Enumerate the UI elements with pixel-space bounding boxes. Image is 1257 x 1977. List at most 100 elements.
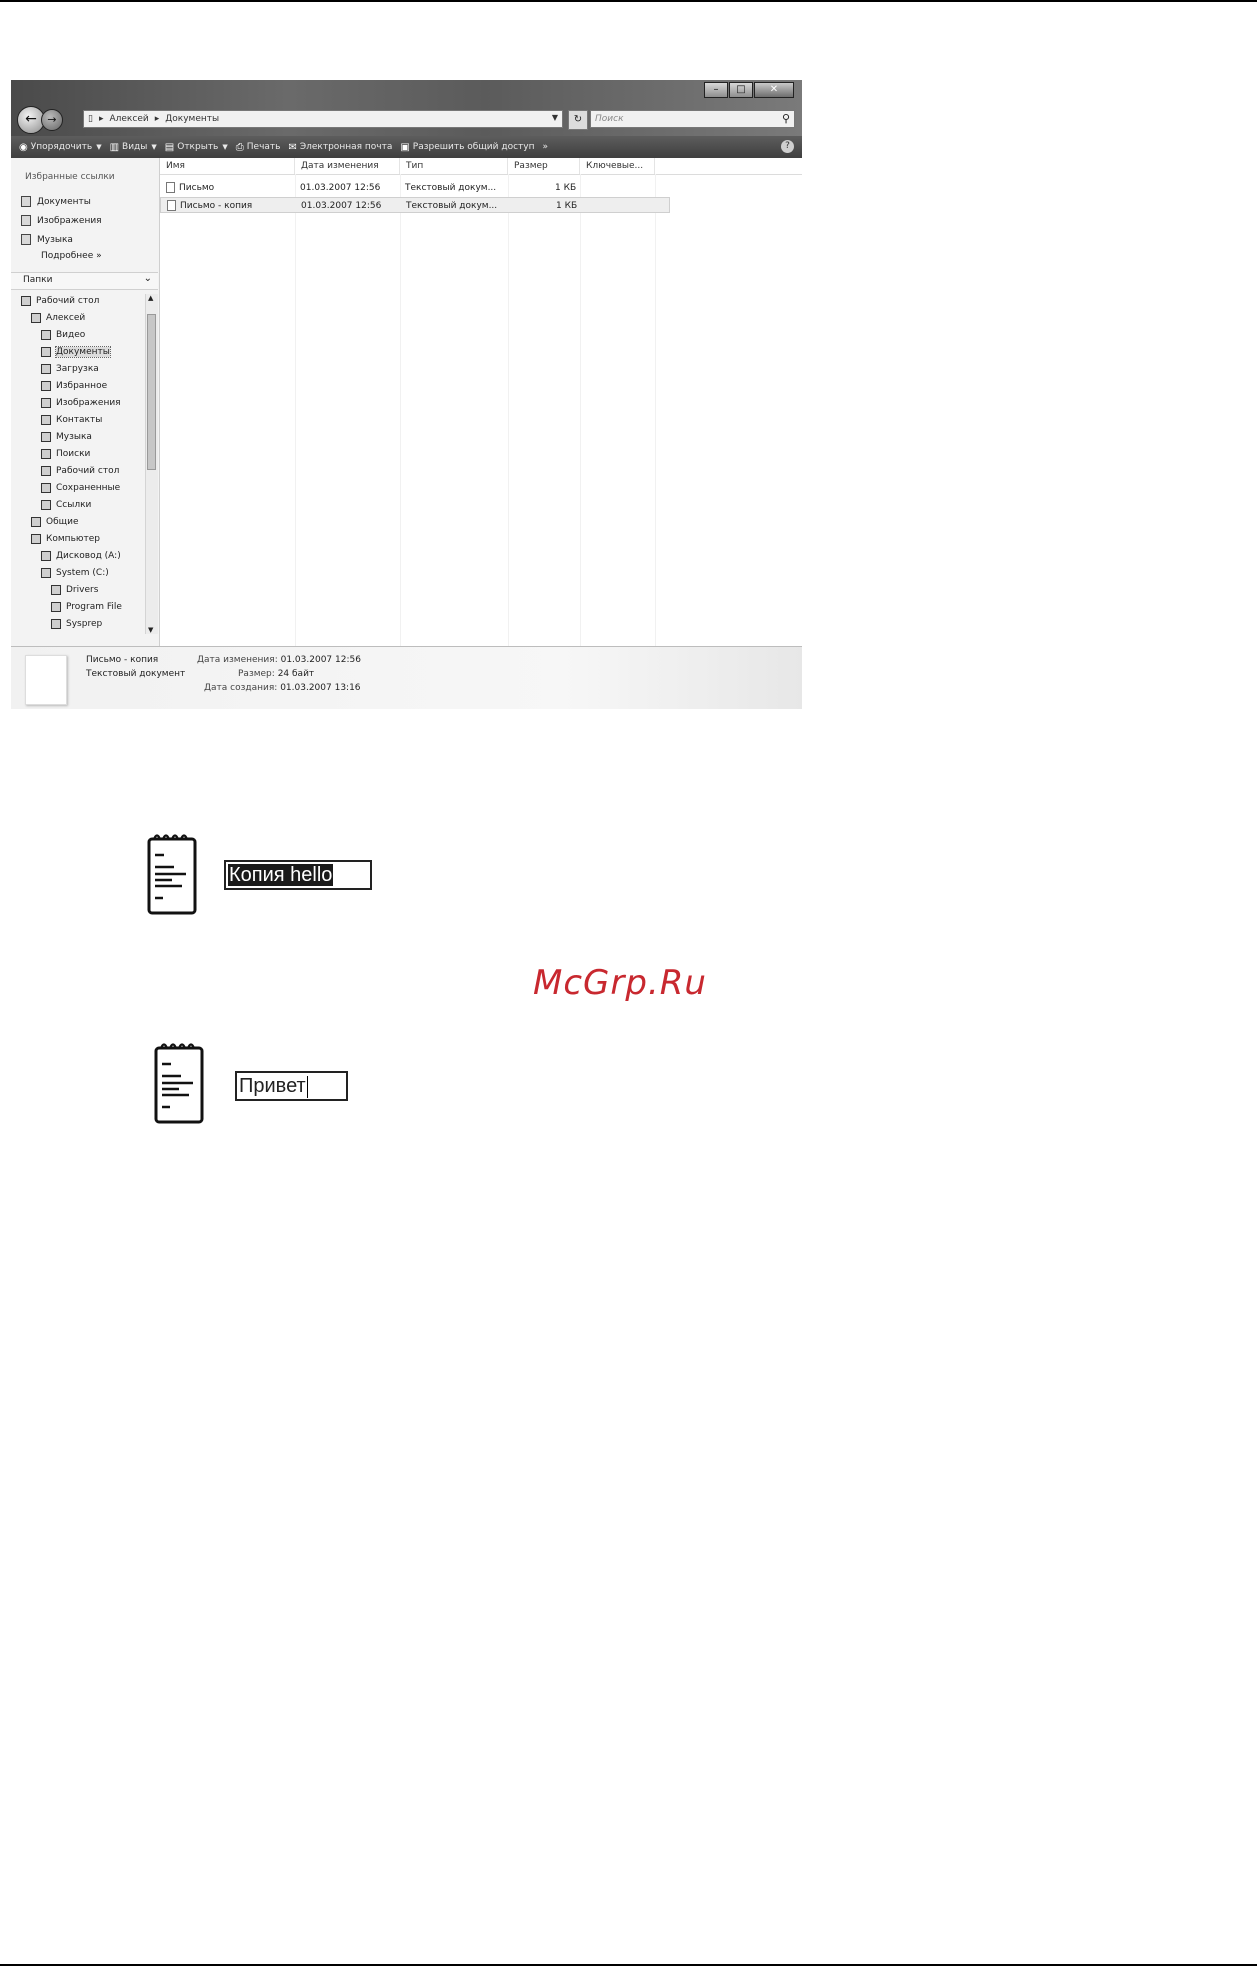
tree-item[interactable]: Видео (41, 326, 85, 343)
tree-item-label: Drivers (66, 584, 99, 595)
favorite-pictures[interactable]: Изображения (21, 211, 102, 230)
column-type[interactable]: Тип (400, 158, 508, 174)
details-size: Размер: 24 байт (238, 669, 314, 679)
tree-item-label: Компьютер (46, 533, 100, 544)
organize-button[interactable]: ◉ Упорядочить ▼ (19, 142, 102, 153)
tree-item[interactable]: Документы (41, 343, 111, 360)
tree-item[interactable]: Дисковод (A:) (41, 547, 121, 564)
column-name[interactable]: Имя (160, 158, 295, 174)
tree-item[interactable]: Drivers (51, 581, 98, 598)
tree-item[interactable]: Program File (51, 598, 122, 615)
breadcrumb-separator-icon: ▸ (154, 114, 160, 124)
tree-item[interactable]: Контакты (41, 411, 102, 428)
tree-item[interactable]: Рабочий стол (21, 292, 99, 309)
folder-icon (31, 516, 41, 527)
favorite-label: Изображения (37, 215, 102, 226)
modified-value: 01.03.2007 12:56 (280, 655, 361, 665)
tree-item[interactable]: System (C:) (41, 564, 109, 581)
organize-icon: ◉ (19, 141, 28, 153)
printer-icon: ⎙ (235, 141, 244, 153)
text-document-icon (167, 200, 176, 211)
file-row[interactable]: Письмо 01.03.2007 12:56 Текстовый докум...… (160, 180, 670, 196)
close-button[interactable]: ✕ (754, 82, 794, 98)
share-label: Разрешить общий доступ (412, 142, 535, 152)
refresh-button[interactable]: ↻ (568, 110, 588, 130)
file-size-cell: 1 КБ (556, 198, 577, 214)
tree-item[interactable]: Sysprep (51, 615, 102, 632)
more-commands-label: » (542, 142, 549, 152)
views-button[interactable]: ▥ Виды ▼ (110, 142, 157, 153)
maximize-button[interactable]: □ (729, 82, 753, 98)
folder-icon (41, 397, 51, 408)
dropdown-arrow-icon[interactable]: ▼ (552, 113, 558, 122)
notepad-icon (147, 834, 197, 915)
tree-item[interactable]: Ссылки (41, 496, 91, 513)
bottom-rule (0, 1964, 1257, 1966)
tree-item[interactable]: Изображения (41, 394, 121, 411)
more-favorites-link[interactable]: Подробнее » (41, 251, 102, 261)
folder-icon (41, 482, 51, 493)
share-icon: ▣ (400, 141, 410, 153)
file-row[interactable]: Письмо - копия 01.03.2007 12:56 Текстовый … (160, 197, 670, 213)
search-placeholder: Поиск (595, 114, 624, 124)
more-commands-button[interactable]: » (543, 142, 549, 152)
rename-text-box[interactable]: Копия hello (224, 860, 372, 890)
file-date-text: 01.03.2007 12:56 (301, 201, 382, 211)
email-button[interactable]: ✉ Электронная почта (288, 142, 392, 153)
details-modified: Дата изменения: 01.03.2007 12:56 (197, 655, 361, 665)
file-name-text: Письмо - копия (180, 201, 253, 211)
open-button[interactable]: ▤ Открыть ▼ (165, 142, 228, 153)
scroll-down-icon[interactable]: ▼ (148, 626, 153, 634)
tree-item-label: Sysprep (66, 618, 103, 629)
folder-icon (31, 533, 41, 544)
folder-icon (41, 499, 51, 510)
tree-item[interactable]: Сохраненные (41, 479, 120, 496)
column-size[interactable]: Размер (508, 158, 580, 174)
favorite-documents[interactable]: Документы (21, 192, 102, 211)
tree-item-label: Program File (66, 601, 122, 612)
folders-header[interactable]: Папки ⌄ (11, 272, 158, 290)
column-tags[interactable]: Ключевые... (580, 158, 655, 174)
breadcrumb-documents[interactable]: Документы (165, 114, 219, 124)
folder-icon: ▯ (88, 114, 93, 124)
dropdown-arrow-icon: ▼ (151, 143, 157, 151)
forward-button[interactable]: → (41, 109, 63, 131)
scroll-up-icon[interactable]: ▲ (148, 294, 153, 302)
help-icon[interactable]: ? (781, 140, 794, 153)
file-list-pane: Имя Дата изменения Тип Размер Ключевые..… (160, 158, 802, 646)
tree-item[interactable]: Музыка (41, 428, 92, 445)
size-value: 24 байт (277, 669, 315, 679)
tree-item[interactable]: Компьютер (31, 530, 100, 547)
tree-item-label: Избранное (56, 380, 108, 391)
tree-item[interactable]: Загрузка (41, 360, 99, 377)
file-name-cell: Письмо (166, 180, 214, 196)
file-size-text: 1 КБ (556, 201, 578, 211)
print-button[interactable]: ⎙ Печать (236, 142, 281, 153)
tree-item[interactable]: Поиски (41, 445, 90, 462)
column-date-modified[interactable]: Дата изменения (295, 158, 400, 174)
created-label: Дата создания: (204, 683, 278, 693)
tree-item[interactable]: Рабочий стол (41, 462, 119, 479)
minimize-button[interactable]: – (704, 82, 728, 98)
breadcrumb-alexey[interactable]: Алексей (109, 114, 148, 124)
tree-item[interactable]: Избранное (41, 377, 107, 394)
typed-text: Привет (239, 1075, 306, 1097)
search-input[interactable]: Поиск ⚲ (590, 110, 795, 128)
refresh-icon: ↻ (573, 114, 583, 125)
address-bar[interactable]: ▯ ▸ Алексей ▸ Документы ▼ (83, 110, 563, 128)
tree-item[interactable]: Общие (31, 513, 79, 530)
tree-item[interactable]: Алексей (31, 309, 85, 326)
scrollbar-thumb[interactable] (147, 314, 156, 470)
rename-text-box[interactable]: Привет (235, 1071, 348, 1101)
share-button[interactable]: ▣ Разрешить общий доступ (400, 142, 534, 153)
tree-item-label: Загрузка (56, 363, 99, 374)
music-icon (21, 234, 31, 245)
folder-icon (41, 465, 51, 476)
file-date-cell: 01.03.2007 12:56 (300, 180, 380, 196)
search-icon[interactable]: ⚲ (782, 111, 790, 127)
modified-label: Дата изменения: (197, 655, 278, 665)
organize-label: Упорядочить (30, 142, 93, 152)
favorite-music[interactable]: Музыка (21, 230, 102, 249)
folder-icon (41, 346, 51, 357)
tree-scrollbar[interactable]: ▲ ▼ (145, 294, 158, 634)
